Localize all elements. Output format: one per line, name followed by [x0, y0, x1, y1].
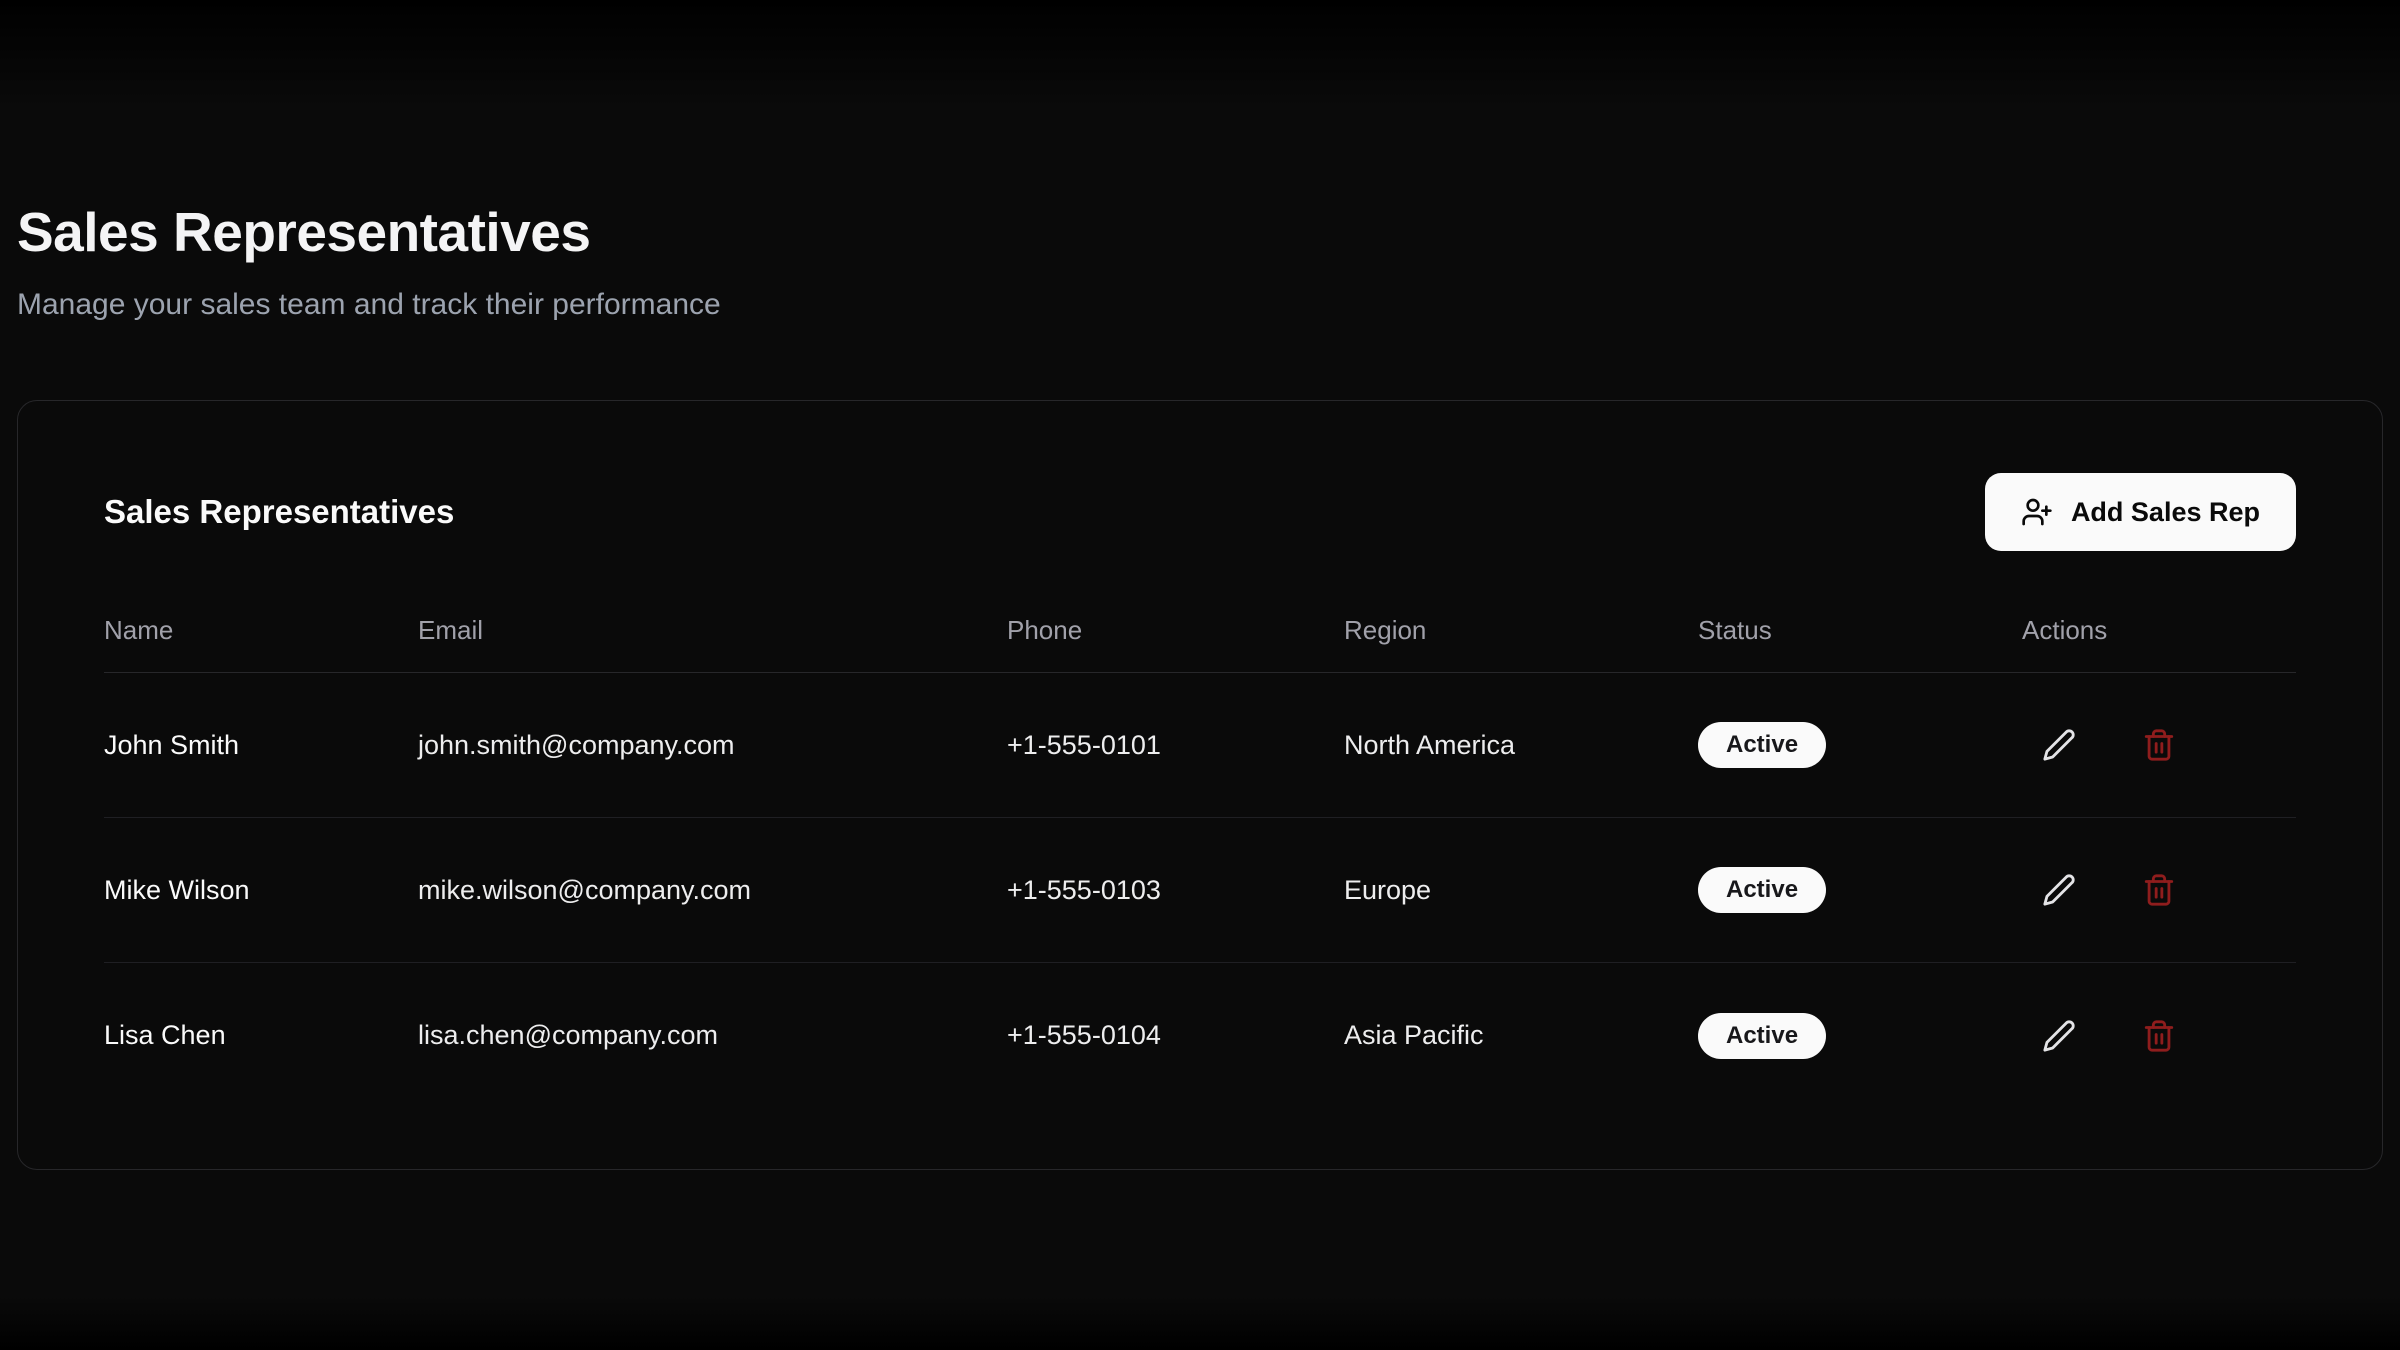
- cell-region: Asia Pacific: [1344, 1020, 1698, 1051]
- delete-button[interactable]: [2136, 722, 2182, 768]
- cell-actions: [2022, 722, 2297, 768]
- table-row: John Smith john.smith@company.com +1-555…: [104, 673, 2296, 818]
- delete-button[interactable]: [2136, 867, 2182, 913]
- page-subtitle: Manage your sales team and track their p…: [17, 288, 2383, 322]
- column-header-email: Email: [418, 615, 1007, 646]
- cell-region: Europe: [1344, 875, 1698, 906]
- column-header-actions: Actions: [2022, 615, 2297, 646]
- cell-email: mike.wilson@company.com: [418, 875, 1007, 906]
- trash-icon: [2142, 1019, 2176, 1053]
- cell-email: john.smith@company.com: [418, 730, 1007, 761]
- cell-email: lisa.chen@company.com: [418, 1020, 1007, 1051]
- card-header: Sales Representatives Add Sales Rep: [104, 473, 2296, 551]
- cell-actions: [2022, 867, 2297, 913]
- page: Sales Representatives Manage your sales …: [0, 0, 2400, 1170]
- trash-icon: [2142, 873, 2176, 907]
- column-header-phone: Phone: [1007, 615, 1344, 646]
- cell-actions: [2022, 1013, 2297, 1059]
- column-header-name: Name: [104, 615, 418, 646]
- trash-icon: [2142, 728, 2176, 762]
- table-row: Lisa Chen lisa.chen@company.com +1-555-0…: [104, 963, 2296, 1108]
- status-badge: Active: [1698, 722, 1826, 768]
- table-row: Mike Wilson mike.wilson@company.com +1-5…: [104, 818, 2296, 963]
- cell-status: Active: [1698, 1013, 2022, 1059]
- column-header-region: Region: [1344, 615, 1698, 646]
- delete-button[interactable]: [2136, 1013, 2182, 1059]
- user-plus-icon: [2021, 496, 2053, 528]
- pencil-icon: [2042, 1019, 2076, 1053]
- table-header-row: Name Email Phone Region Status Actions: [104, 615, 2296, 673]
- sales-reps-card: Sales Representatives Add Sales Rep Name…: [17, 400, 2383, 1170]
- cell-phone: +1-555-0101: [1007, 730, 1344, 761]
- status-badge: Active: [1698, 867, 1826, 913]
- card-title: Sales Representatives: [104, 493, 454, 531]
- edit-button[interactable]: [2036, 1013, 2082, 1059]
- cell-phone: +1-555-0104: [1007, 1020, 1344, 1051]
- page-title: Sales Representatives: [17, 200, 2383, 264]
- edit-button[interactable]: [2036, 722, 2082, 768]
- edit-button[interactable]: [2036, 867, 2082, 913]
- add-sales-rep-label: Add Sales Rep: [2071, 497, 2260, 528]
- cell-name: Mike Wilson: [104, 875, 418, 906]
- cell-status: Active: [1698, 722, 2022, 768]
- cell-status: Active: [1698, 867, 2022, 913]
- add-sales-rep-button[interactable]: Add Sales Rep: [1985, 473, 2296, 551]
- column-header-status: Status: [1698, 615, 2022, 646]
- status-badge: Active: [1698, 1013, 1826, 1059]
- pencil-icon: [2042, 873, 2076, 907]
- cell-name: Lisa Chen: [104, 1020, 418, 1051]
- pencil-icon: [2042, 728, 2076, 762]
- cell-phone: +1-555-0103: [1007, 875, 1344, 906]
- cell-region: North America: [1344, 730, 1698, 761]
- page-header: Sales Representatives Manage your sales …: [17, 0, 2383, 322]
- cell-name: John Smith: [104, 730, 418, 761]
